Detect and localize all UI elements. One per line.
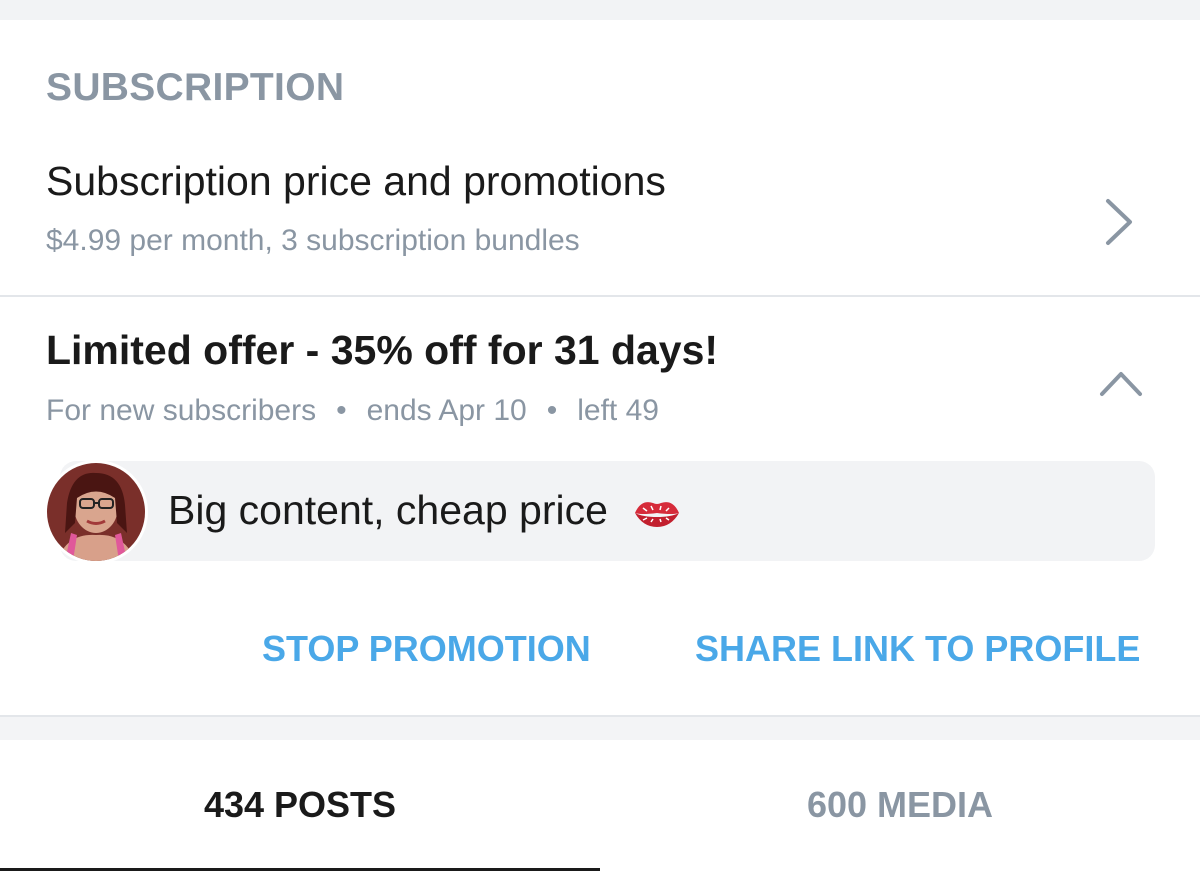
separator-dot: • — [336, 394, 347, 427]
promotion-ends: ends Apr 10 — [366, 394, 527, 427]
promotion-meta: For new subscribers • ends Apr 10 • left 49 — [46, 394, 659, 428]
promotion-title: Limited offer - 35% off for 31 days! — [46, 327, 719, 373]
tab-media-label: 600 MEDIA — [806, 784, 994, 825]
page: SUBSCRIPTION Subscription price and prom… — [0, 0, 1200, 871]
promotion-audience: For new subscribers — [46, 394, 317, 427]
subscription-card: SUBSCRIPTION Subscription price and prom… — [0, 20, 1200, 715]
kiss-mark-icon — [635, 502, 680, 528]
divider — [0, 715, 1200, 717]
stop-promotion-button[interactable]: STOP PROMOTION — [262, 628, 591, 670]
promotion-message-text: Big content, cheap price — [168, 487, 608, 533]
separator-dot: • — [546, 394, 558, 427]
avatar — [44, 460, 148, 564]
share-link-button[interactable]: SHARE LINK TO PROFILE — [695, 628, 1140, 670]
top-strip — [0, 0, 1200, 20]
subscription-row-title: Subscription price and promotions — [46, 158, 666, 204]
section-header: SUBSCRIPTION — [46, 66, 345, 109]
tab-media[interactable]: 600 MEDIA — [600, 740, 1200, 871]
chevron-up-icon[interactable] — [1098, 368, 1144, 398]
promotion-left: left 49 — [577, 394, 659, 427]
tab-posts[interactable]: 434 POSTS — [0, 740, 600, 871]
subscription-price-row[interactable]: Subscription price and promotions $4.99 … — [0, 140, 1200, 295]
content-tabs: 434 POSTS 600 MEDIA — [0, 740, 1200, 871]
subscription-row-subtitle: $4.99 per month, 3 subscription bundles — [46, 224, 580, 257]
chevron-right-icon — [1106, 199, 1132, 245]
tab-posts-label: 434 POSTS — [203, 784, 397, 825]
promotion-message: Big content, cheap price — [168, 487, 681, 534]
divider — [0, 295, 1200, 297]
